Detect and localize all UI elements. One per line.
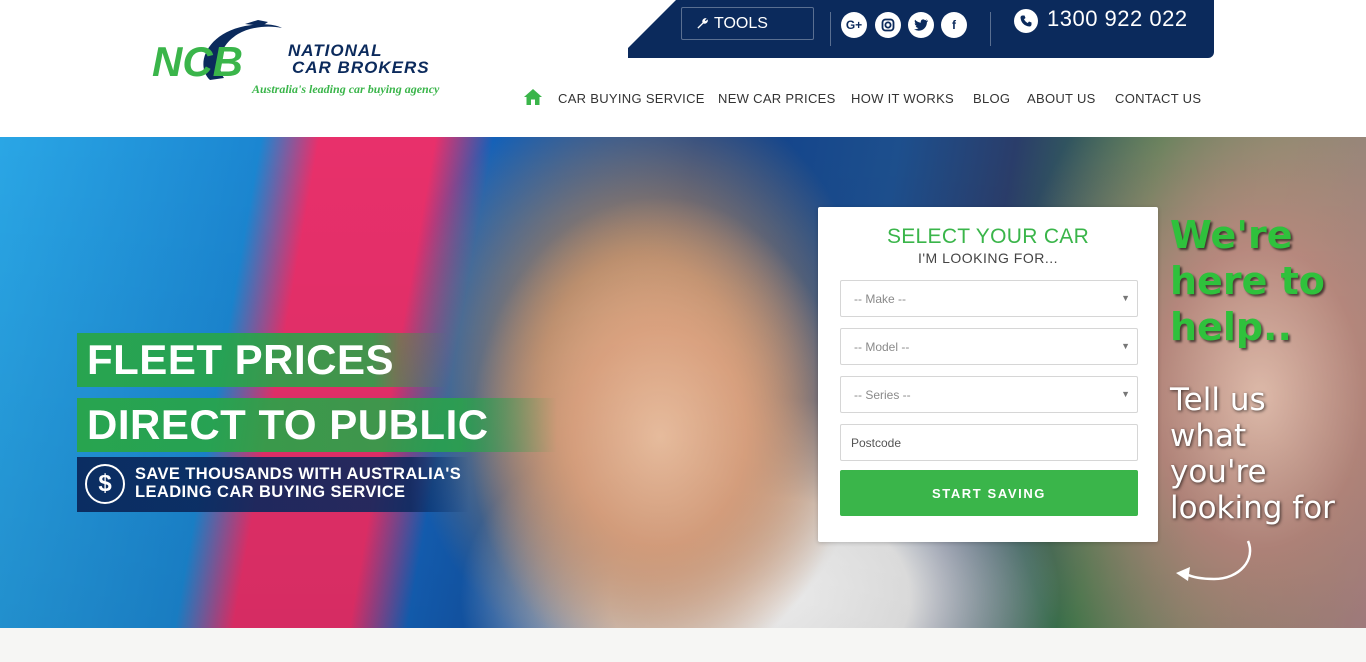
top-bar-notch <box>628 0 676 48</box>
form-subtitle: I'M LOOKING FOR... <box>917 250 1059 266</box>
start-saving-button[interactable]: START SAVING <box>840 470 1138 516</box>
hero-subline-1: SAVE THOUSANDS WITH AUSTRALIA'S <box>135 465 462 483</box>
form-title: SELECT YOUR CAR <box>886 225 1090 248</box>
series-select-value: -- Series -- <box>854 387 911 402</box>
topbar-divider-2 <box>990 12 991 46</box>
make-select[interactable]: -- Make -- ▼ <box>840 280 1138 317</box>
site-header: NCB NATIONAL CAR BROKERS Australia's lea… <box>0 0 1366 137</box>
select-car-form: SELECT YOUR CAR I'M LOOKING FOR... -- Ma… <box>818 207 1158 542</box>
nav-new-car-prices[interactable]: NEW CAR PRICES <box>718 91 836 106</box>
brand-logo[interactable]: NCB NATIONAL CAR BROKERS Australia's lea… <box>150 18 480 100</box>
chevron-down-icon: ▼ <box>1121 293 1130 303</box>
brand-tagline: Australia's leading car buying agency <box>252 82 440 96</box>
curved-arrow-icon <box>1176 540 1252 581</box>
nav-about-us[interactable]: ABOUT US <box>1027 91 1096 106</box>
phone-number-link[interactable]: 1300 922 022 <box>1047 6 1188 32</box>
brand-name: NATIONAL CAR BROKERS <box>288 42 430 76</box>
make-select-value: -- Make -- <box>854 291 906 306</box>
help-text-line-2: here to <box>1170 259 1325 303</box>
phone-icon <box>1014 9 1038 33</box>
hero-headline-2: DIRECT TO PUBLIC <box>77 398 557 452</box>
logo-letters: NCB <box>152 38 243 85</box>
tell-us-line-3: you're <box>1170 454 1267 490</box>
model-select[interactable]: -- Model -- ▼ <box>840 328 1138 365</box>
help-text-line-1: We're <box>1170 213 1293 257</box>
twitter-glyph <box>914 19 928 31</box>
postcode-input[interactable]: Postcode <box>840 424 1138 461</box>
chevron-down-icon: ▼ <box>1121 389 1130 399</box>
nav-how-it-works[interactable]: HOW IT WORKS <box>851 91 954 106</box>
hero-headline-1: FLEET PRICES <box>77 333 447 387</box>
dollar-icon: $ <box>85 464 125 504</box>
tools-label: TOOLS <box>714 14 768 32</box>
chevron-down-icon: ▼ <box>1121 341 1130 351</box>
brand-name-line2: CAR BROKERS <box>292 58 430 77</box>
twitter-icon[interactable] <box>908 12 934 38</box>
tell-us-line-1: Tell us <box>1170 382 1266 418</box>
wrench-icon <box>697 18 708 29</box>
tell-us-line-4: looking for <box>1170 490 1335 526</box>
nav-car-buying-service[interactable]: CAR BUYING SERVICE <box>558 91 705 106</box>
instagram-icon[interactable] <box>875 12 901 38</box>
nav-contact-us[interactable]: CONTACT US <box>1115 91 1201 106</box>
google-plus-icon[interactable]: G+ <box>841 12 867 38</box>
tell-us-line-2: what <box>1170 418 1247 454</box>
postcode-placeholder: Postcode <box>851 435 902 450</box>
model-select-value: -- Model -- <box>854 339 910 354</box>
series-select[interactable]: -- Series -- ▼ <box>840 376 1138 413</box>
hero-subline-box: $ SAVE THOUSANDS WITH AUSTRALIA'S LEADIN… <box>77 457 469 512</box>
nav-blog[interactable]: BLOG <box>973 91 1010 106</box>
hero-banner: FLEET PRICES DIRECT TO PUBLIC $ SAVE THO… <box>0 137 1366 628</box>
content-section-top <box>0 628 1366 662</box>
facebook-icon[interactable]: f <box>941 12 967 38</box>
instagram-glyph <box>881 18 895 32</box>
hero-subline-2: LEADING CAR BUYING SERVICE <box>135 483 406 501</box>
home-icon[interactable] <box>523 88 543 106</box>
topbar-divider <box>830 12 831 46</box>
phone-glyph <box>1020 15 1032 27</box>
help-text-line-3: help.. <box>1170 305 1292 349</box>
hero-subline: SAVE THOUSANDS WITH AUSTRALIA'S LEADING … <box>135 465 461 501</box>
tools-button[interactable]: TOOLS <box>681 7 814 40</box>
